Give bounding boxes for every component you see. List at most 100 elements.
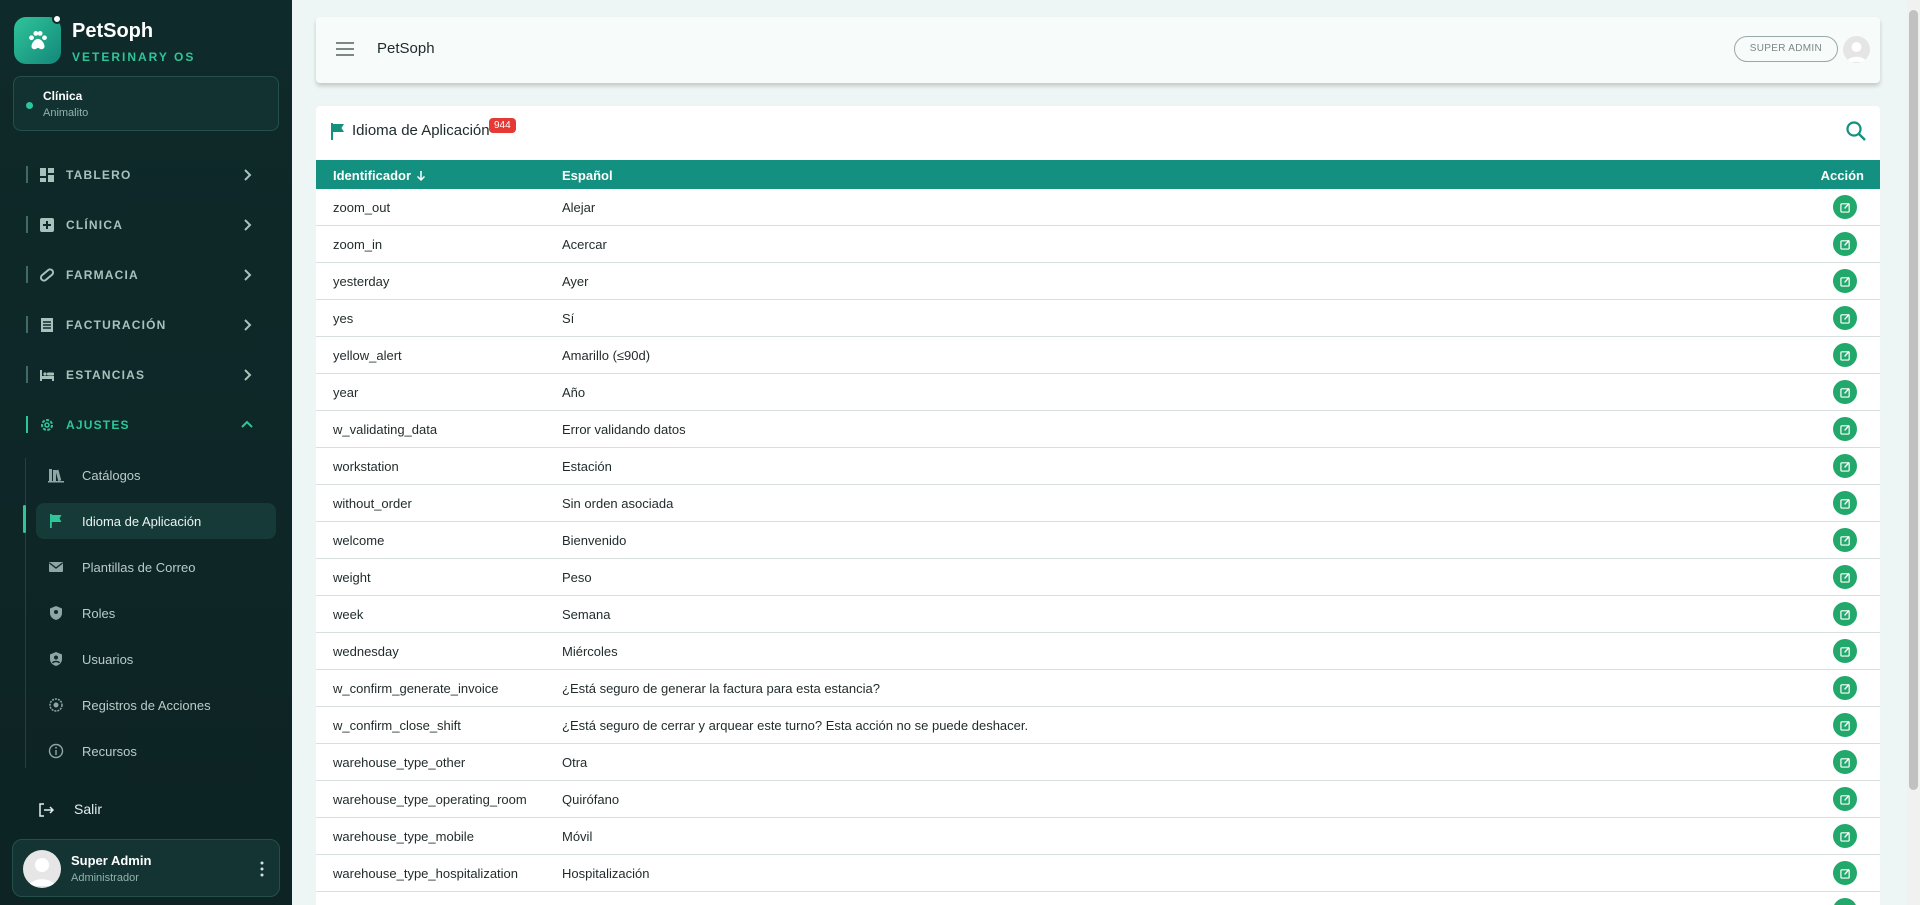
table-row: yesterday Ayer (316, 263, 1880, 300)
subnav-label: Recursos (82, 744, 137, 759)
subnav-item-usuarios[interactable]: Usuarios (36, 641, 276, 677)
user-role: Administrador (71, 872, 139, 884)
edit-button[interactable] (1833, 639, 1857, 663)
edit-icon (1839, 572, 1850, 583)
column-header-identificador[interactable]: Identificador (333, 168, 427, 183)
cell-spanish: Acercar (562, 237, 607, 252)
edit-icon (1839, 609, 1850, 620)
cell-spanish: Estación (562, 459, 612, 474)
user-profile-card[interactable]: Super Admin Administrador (12, 839, 280, 897)
edit-button[interactable] (1833, 787, 1857, 811)
search-icon[interactable] (1845, 120, 1867, 142)
table-row: yellow_alert Amarillo (≤90d) (316, 337, 1880, 374)
page-scrollbar[interactable] (1907, 0, 1920, 905)
cell-identifier: yellow_alert (333, 348, 402, 363)
nav-item-clinica[interactable]: CLÍNICA (26, 213, 256, 237)
subnav-item-recursos[interactable]: Recursos (36, 733, 276, 769)
edit-button[interactable] (1833, 713, 1857, 737)
bed-icon (40, 370, 54, 381)
avatar[interactable] (1843, 36, 1870, 63)
cell-spanish: Año (562, 385, 586, 400)
edit-button[interactable] (1833, 232, 1857, 256)
cell-spanish: Móvil (562, 829, 593, 844)
edit-button[interactable] (1833, 343, 1857, 367)
cell-spanish: Sí (562, 311, 575, 326)
nav-item-ajustes[interactable]: AJUSTES (26, 413, 256, 437)
table-row: week Semana (316, 596, 1880, 633)
cell-identifier: without_order (333, 496, 412, 511)
edit-button[interactable] (1833, 195, 1857, 219)
more-vertical-icon[interactable] (259, 860, 265, 878)
edit-button[interactable] (1833, 602, 1857, 626)
table-row: w_confirm_close_shift ¿Está seguro de cer… (316, 707, 1880, 744)
user-name: Super Admin (71, 853, 152, 868)
edit-icon (1839, 387, 1850, 398)
language-card: Idioma de Aplicación 944 Identificador E… (316, 106, 1880, 905)
scrollbar-thumb[interactable] (1909, 10, 1918, 790)
table-row: warehouse_type_mobile Móvil (316, 818, 1880, 855)
brand[interactable]: PetSoph VETERINARY OS (14, 14, 274, 67)
edit-button[interactable] (1833, 824, 1857, 848)
shield-icon (50, 606, 62, 620)
cell-spanish: Error validando datos (562, 422, 686, 437)
cell-identifier: wednesday (333, 644, 399, 659)
edit-icon (1839, 350, 1850, 361)
table-row (316, 892, 1880, 905)
table-row: zoom_out Alejar (316, 189, 1880, 226)
edit-button[interactable] (1833, 454, 1857, 478)
page-title: PetSoph (377, 40, 435, 57)
pill-icon (39, 268, 55, 282)
nav-item-facturacion[interactable]: FACTURACIÓN (26, 313, 256, 337)
edit-button[interactable] (1833, 269, 1857, 293)
subnav-item-catalogos[interactable]: Catálogos (36, 457, 276, 493)
logout-icon (39, 803, 54, 817)
flag-icon (331, 123, 344, 140)
edit-button[interactable] (1833, 861, 1857, 885)
subnav-item-registros[interactable]: Registros de Acciones (36, 687, 276, 723)
edit-button[interactable] (1833, 898, 1857, 905)
cell-identifier: yes (333, 311, 354, 326)
edit-button[interactable] (1833, 306, 1857, 330)
nav-item-farmacia[interactable]: FARMACIA (26, 263, 256, 287)
edit-icon (1839, 202, 1850, 213)
cell-identifier: zoom_in (333, 237, 383, 252)
cell-identifier: workstation (333, 459, 399, 474)
cell-spanish: Bienvenido (562, 533, 627, 548)
chevron-right-icon (244, 319, 252, 331)
edit-button[interactable] (1833, 750, 1857, 774)
edit-icon (1839, 424, 1850, 435)
edit-button[interactable] (1833, 417, 1857, 441)
subnav-label: Catálogos (82, 468, 141, 483)
nav-item-tablero[interactable]: TABLERO (26, 163, 256, 187)
edit-button[interactable] (1833, 380, 1857, 404)
cell-spanish: Sin orden asociada (562, 496, 674, 511)
edit-icon (1839, 831, 1850, 842)
dashboard-icon (40, 168, 54, 182)
table-row: workstation Estación (316, 448, 1880, 485)
cell-identifier: w_validating_data (333, 422, 438, 437)
nav-label: FARMACIA (66, 268, 139, 282)
subnav-item-plantillas[interactable]: Plantillas de Correo (36, 549, 276, 585)
cell-spanish: Ayer (562, 274, 589, 289)
nav-label: ESTANCIAS (66, 368, 146, 382)
subnav-label: Idioma de Aplicación (82, 514, 202, 529)
clinic-selector[interactable]: Clínica Animalito (13, 76, 279, 131)
column-header-espanol[interactable]: Español (562, 168, 613, 183)
edit-button[interactable] (1833, 491, 1857, 515)
table-row: warehouse_type_hospitalization Hospitaliz… (316, 855, 1880, 892)
table-row: zoom_in Acercar (316, 226, 1880, 263)
logout-button[interactable]: Salir (38, 798, 238, 822)
subnav-item-idioma[interactable]: Idioma de Aplicación (36, 503, 276, 539)
subnav-label: Registros de Acciones (82, 698, 211, 713)
edit-icon (1839, 535, 1850, 546)
cell-identifier: zoom_out (333, 200, 391, 215)
sort-down-icon (416, 170, 426, 181)
edit-button[interactable] (1833, 676, 1857, 700)
subnav-item-roles[interactable]: Roles (36, 595, 276, 631)
hamburger-menu-icon[interactable] (334, 40, 356, 58)
edit-button[interactable] (1833, 565, 1857, 589)
nav-label: AJUSTES (66, 418, 130, 432)
edit-button[interactable] (1833, 528, 1857, 552)
nav-item-estancias[interactable]: ESTANCIAS (26, 363, 256, 387)
receipt-icon (41, 318, 53, 332)
